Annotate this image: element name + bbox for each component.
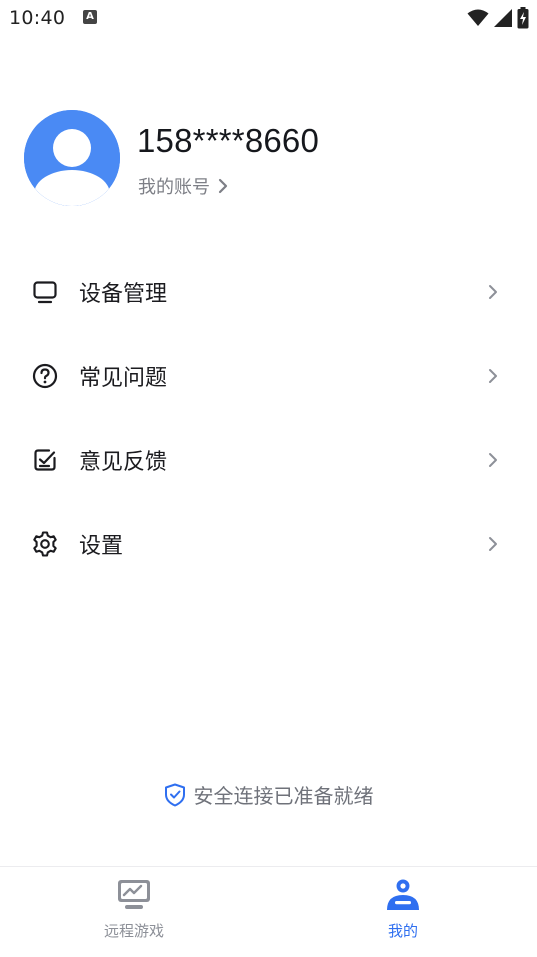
nav-tab-label: 远程游戏 <box>103 922 164 940</box>
default-user-avatar-icon <box>24 110 120 206</box>
chevron-right-icon <box>489 537 497 551</box>
account-phone-number: 158****8660 <box>137 122 320 159</box>
my-account-link[interactable]: 我的账号 <box>138 173 228 199</box>
menu-item-label: 设备管理 <box>79 282 168 307</box>
chevron-right-icon <box>489 285 497 299</box>
menu-item-feedback[interactable]: 意见反馈 <box>0 418 537 502</box>
notification-a-icon: A <box>83 10 97 24</box>
menu-item-label: 意见反馈 <box>79 450 168 475</box>
secure-connection-notice: 安全连接已准备就绪 <box>0 780 537 809</box>
battery-charging-icon <box>517 7 529 29</box>
question-icon <box>31 362 59 390</box>
chevron-right-icon <box>218 178 228 194</box>
nav-tab-label: 我的 <box>387 922 418 940</box>
feedback-icon <box>31 446 59 474</box>
nav-tab-remote-game[interactable]: 远程游戏 <box>0 867 268 957</box>
wifi-icon <box>467 9 489 26</box>
menu-item-device-management[interactable]: 设备管理 <box>0 250 537 334</box>
profile-icon <box>387 879 419 910</box>
menu-item-faq[interactable]: 常见问题 <box>0 334 537 418</box>
status-bar: 10:40 A <box>0 0 537 38</box>
menu-item-label: 常见问题 <box>79 366 168 391</box>
nav-tab-me[interactable]: 我的 <box>269 867 537 957</box>
cell-signal-icon <box>494 9 512 27</box>
secure-connection-text: 安全连接已准备就绪 <box>193 784 374 808</box>
avatar[interactable] <box>24 110 120 206</box>
status-indicators <box>467 7 529 29</box>
bottom-navigation: 远程游戏 我的 <box>0 866 537 957</box>
menu-item-label: 设置 <box>79 534 124 559</box>
chevron-right-icon <box>489 369 497 383</box>
menu-item-settings[interactable]: 设置 <box>0 502 537 586</box>
gear-icon <box>31 530 59 558</box>
chevron-right-icon <box>489 453 497 467</box>
shield-check-icon <box>164 783 185 806</box>
status-time: 10:40 <box>9 7 66 29</box>
my-account-label: 我的账号 <box>138 177 210 198</box>
monitor-icon <box>31 278 59 306</box>
remote-game-icon <box>118 880 150 909</box>
